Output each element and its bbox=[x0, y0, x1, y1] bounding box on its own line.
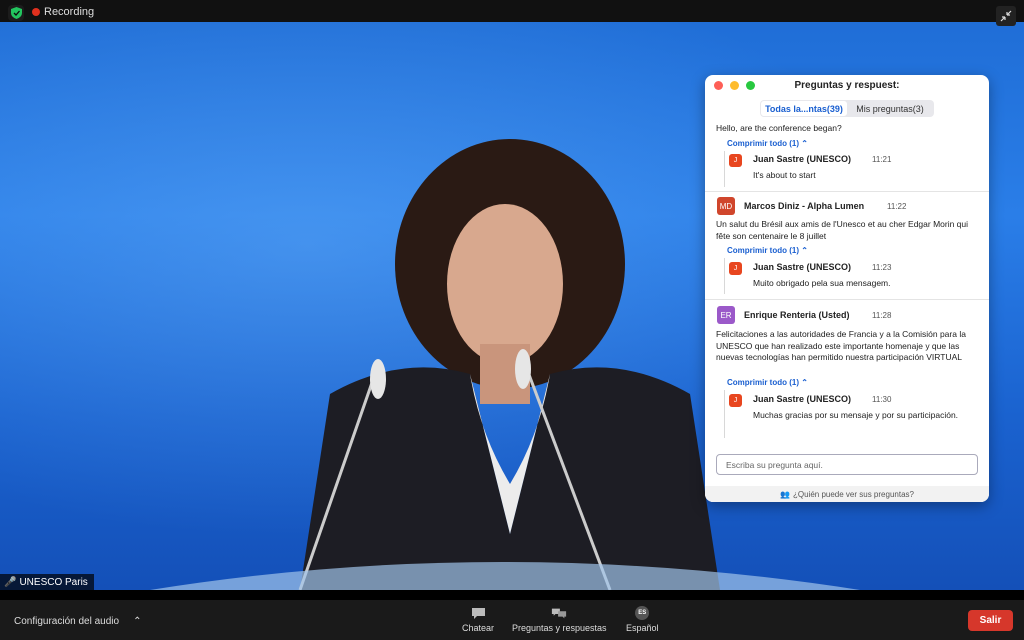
reply-avatar: J bbox=[729, 154, 742, 167]
question-text: Hello, are the conference began? bbox=[716, 123, 842, 133]
chat-button[interactable]: Chatear bbox=[462, 606, 494, 633]
audio-settings-button[interactable]: Configuración del audio ⌃ bbox=[14, 616, 141, 627]
reply-text: It's about to start bbox=[753, 170, 816, 180]
reply-text: Muchas gracias por su mensaje y por su p… bbox=[753, 410, 959, 420]
question-text: Felicitaciones a las autoridades de Fran… bbox=[716, 329, 966, 362]
tab-all-questions[interactable]: Todas la...ntas(39) bbox=[761, 101, 847, 116]
collapse-label: Comprimir todo (1) bbox=[727, 378, 799, 387]
security-shield-icon[interactable] bbox=[8, 5, 24, 21]
collapse-all-link[interactable]: Comprimir todo (1) ⌃ bbox=[727, 139, 808, 148]
qa-label: Preguntas y respuestas bbox=[512, 623, 607, 633]
people-icon: 👥 bbox=[780, 489, 790, 499]
tab-my-questions[interactable]: Mis preguntas(3) bbox=[847, 101, 933, 116]
participant-name-tag: 🎤 UNESCO Paris bbox=[0, 574, 94, 590]
collapse-all-link[interactable]: Comprimir todo (1) ⌃ bbox=[727, 378, 808, 387]
question-author: Enrique Renteria (Usted) bbox=[744, 310, 850, 320]
collapse-label: Comprimir todo (1) bbox=[727, 139, 799, 148]
audio-settings-label: Configuración del audio bbox=[14, 616, 120, 627]
chat-bubble-icon bbox=[470, 606, 486, 620]
questions-feed[interactable]: Hello, are the conference began? Comprim… bbox=[705, 121, 989, 451]
author-avatar: ER bbox=[717, 306, 735, 324]
language-badge: ES bbox=[635, 606, 650, 620]
collapse-arrows-icon bbox=[1000, 10, 1012, 22]
question-author: Marcos Diniz - Alpha Lumen bbox=[744, 201, 865, 211]
chevron-up-icon: ⌃ bbox=[801, 246, 808, 255]
chevron-up-icon: ⌃ bbox=[801, 378, 808, 387]
divider bbox=[705, 191, 989, 192]
chevron-up-icon: ⌃ bbox=[801, 139, 808, 148]
reply-thread-line bbox=[724, 258, 725, 294]
reply-time: 11:23 bbox=[872, 263, 892, 272]
bottom-toolbar: Configuración del audio ⌃ Chatear Pregun… bbox=[0, 600, 1024, 640]
qa-tabs: Todas la...ntas(39) Mis preguntas(3) bbox=[760, 100, 934, 117]
reply-time: 11:21 bbox=[872, 155, 892, 164]
qa-title: Preguntas y respuest: bbox=[794, 80, 900, 91]
question-time: 11:22 bbox=[887, 202, 907, 211]
reply-text: Muito obrigado pela sua mensagem. bbox=[753, 278, 891, 288]
question-input[interactable]: Escriba su pregunta aquí. bbox=[716, 454, 978, 475]
language-globe-icon: ES bbox=[634, 606, 650, 620]
privacy-link[interactable]: 👥 ¿Quién puede ver sus preguntas? bbox=[705, 486, 989, 502]
collapse-all-link[interactable]: Comprimir todo (1) ⌃ bbox=[727, 246, 808, 255]
collapse-label: Comprimir todo (1) bbox=[727, 246, 799, 255]
chevron-up-icon: ⌃ bbox=[133, 616, 142, 627]
question-time: 11:28 bbox=[872, 311, 892, 320]
reply-thread-line bbox=[724, 151, 725, 187]
qa-button[interactable]: Preguntas y respuestas bbox=[512, 606, 607, 633]
zoom-webinar-window: 🎤 UNESCO Paris Recording Preguntas y res… bbox=[0, 0, 1024, 640]
recording-indicator: Recording bbox=[32, 6, 94, 18]
recording-label: Recording bbox=[44, 6, 95, 18]
reply-author: Juan Sastre (UNESCO) bbox=[753, 394, 852, 404]
question-text: Un salut du Brésil aux amis de l'Unesco … bbox=[716, 219, 969, 241]
privacy-link-label: ¿Quién puede ver sus preguntas? bbox=[793, 489, 914, 499]
reply-time: 11:30 bbox=[872, 395, 892, 404]
divider bbox=[705, 299, 989, 300]
recording-dot-icon bbox=[32, 8, 40, 16]
reply-author: Juan Sastre (UNESCO) bbox=[753, 262, 852, 272]
reply-author: Juan Sastre (UNESCO) bbox=[753, 154, 852, 164]
qa-panel: Preguntas y respuest: Todas la...ntas(39… bbox=[705, 75, 989, 502]
reply-thread-line bbox=[724, 390, 725, 438]
reply-avatar: J bbox=[729, 394, 742, 407]
language-button[interactable]: ES Español bbox=[626, 606, 659, 633]
qa-bubbles-icon bbox=[551, 606, 567, 620]
muted-mic-icon: 🎤 bbox=[4, 576, 17, 588]
exit-button[interactable]: Salir bbox=[968, 610, 1013, 631]
author-avatar: MD bbox=[717, 197, 735, 215]
chat-label: Chatear bbox=[462, 623, 495, 633]
top-bar: Recording bbox=[0, 0, 1024, 26]
participant-name: UNESCO Paris bbox=[19, 576, 88, 588]
reply-avatar: J bbox=[729, 262, 742, 275]
exit-fullscreen-button[interactable] bbox=[996, 6, 1016, 26]
qa-header: Preguntas y respuest: bbox=[705, 75, 989, 97]
language-label: Español bbox=[626, 623, 659, 633]
